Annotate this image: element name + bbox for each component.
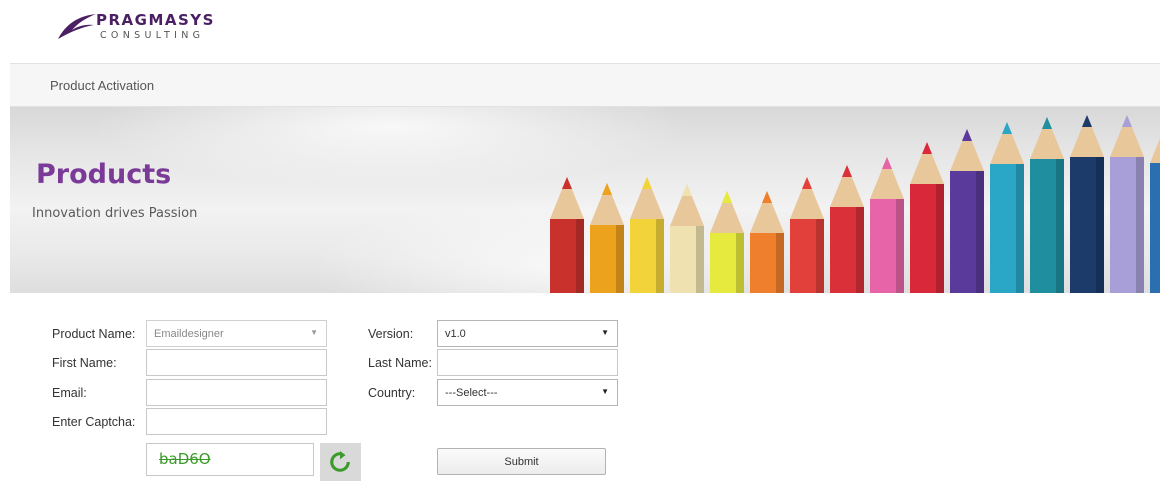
pencil-shape [830,165,864,293]
pencil-shape [1150,138,1160,293]
logo[interactable]: PRAGMASYS CONSULTING [56,8,256,48]
first-name-label: First Name: [52,356,117,370]
email-label: Email: [52,386,87,400]
product-name-value: Emaildesigner [154,328,224,340]
captcha-input[interactable] [146,408,327,435]
pencil-shape [870,157,904,293]
hero-banner: Products Innovation drives Passion [10,107,1160,293]
pencil-shape [550,177,584,293]
header: PRAGMASYS CONSULTING [0,0,1160,63]
pencil-shape [950,129,984,293]
chevron-down-icon: ▼ [310,328,318,337]
product-name-select[interactable]: Emaildesigner ▼ [146,320,327,347]
version-label: Version: [368,327,414,341]
pencil-shape [1110,115,1144,293]
first-name-input[interactable] [146,349,327,376]
captcha-code: baD6O [159,450,211,468]
nav-item-product-activation[interactable]: Product Activation [50,78,154,93]
colored-pencils-image [550,115,1160,293]
banner-tagline: Innovation drives Passion [32,206,198,221]
last-name-label: Last Name: [368,356,432,370]
banner-title: Products [36,159,172,190]
pencil-shape [990,122,1024,293]
pencil-shape [630,177,664,293]
country-value: ---Select--- [445,387,498,399]
captcha-label: Enter Captcha: [52,415,136,429]
chevron-down-icon: ▼ [601,328,609,337]
refresh-icon [330,451,350,472]
submit-button[interactable]: Submit [437,448,606,475]
country-label: Country: [368,386,416,400]
pencil-shape [790,177,824,293]
captcha-refresh-button[interactable] [320,443,361,481]
pencil-shape [1070,115,1104,293]
country-select[interactable]: ---Select--- ▼ [437,379,618,406]
version-value: v1.0 [445,328,466,340]
swoosh-icon [58,14,96,39]
brand-name: PRAGMASYS [96,11,215,29]
product-name-label: Product Name: [52,327,136,341]
chevron-down-icon: ▼ [601,387,609,396]
version-select[interactable]: v1.0 ▼ [437,320,618,347]
email-input[interactable] [146,379,327,406]
nav-bar: Product Activation [10,63,1160,107]
pencil-shape [750,191,784,293]
captcha-image: baD6O [146,443,314,476]
brand-subtitle: CONSULTING [100,30,205,41]
pencil-shape [670,184,704,293]
pencil-shape [590,183,624,293]
pencil-shape [910,142,944,293]
last-name-input[interactable] [437,349,618,376]
pencil-shape [710,191,744,293]
pencil-shape [1030,117,1064,293]
